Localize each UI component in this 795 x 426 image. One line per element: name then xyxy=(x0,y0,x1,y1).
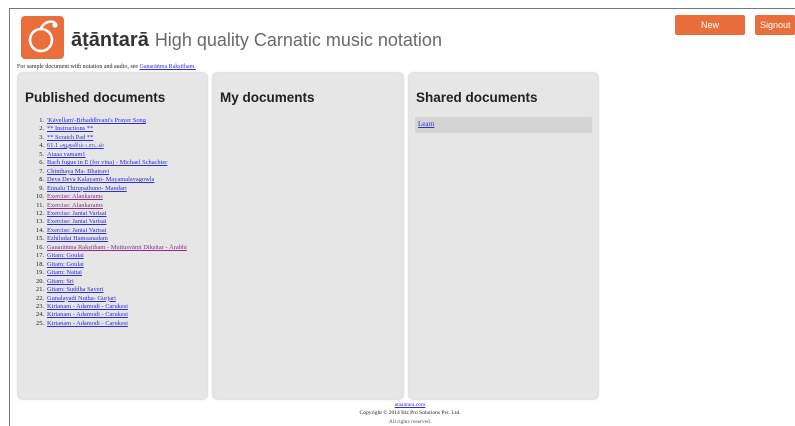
item-number: 5. xyxy=(39,150,44,158)
my-documents-panel: My documents xyxy=(213,73,403,399)
item-number: 14. xyxy=(36,226,44,234)
published-document-item[interactable]: 4. 61.1 ஆதலிம் பாடல் xyxy=(18,142,198,150)
published-document-link[interactable]: Gunalayadi Nutha- Gurjari xyxy=(47,295,116,302)
brand-tagline: High quality Carnatic music notation xyxy=(154,30,442,50)
published-document-link[interactable]: ** Instructions ** xyxy=(47,125,93,132)
signout-button[interactable]: Signout xyxy=(755,15,795,35)
item-number: 7. xyxy=(39,167,44,175)
published-document-link[interactable]: Ganarāṅma Rakṣitham - Muttusvāmi Dikṣita… xyxy=(47,244,187,251)
item-number: 9. xyxy=(39,184,44,192)
published-document-link[interactable]: Ennalu Thirupathuno- Mandari xyxy=(47,185,127,192)
item-number: 3. xyxy=(39,133,44,141)
published-document-link[interactable]: Deva Deva Kalayami- Mayamalavagowla xyxy=(47,176,154,183)
published-document-link[interactable]: Ezhiludai Hamsanadam xyxy=(47,235,108,242)
item-number: 1. xyxy=(39,117,44,124)
item-number: 11. xyxy=(36,201,44,209)
published-document-item[interactable]: 1. 'Kāvellam'-Brhaddhvani's Prayer Song xyxy=(18,117,198,125)
shared-documents-panel: Shared documents Learn xyxy=(409,73,598,399)
published-document-link[interactable]: 'Kāvellam'-Brhaddhvani's Prayer Song xyxy=(47,117,146,124)
published-document-item[interactable]: 15. Ezhiludai Hamsanadam xyxy=(18,235,198,243)
published-document-item[interactable]: 20. Gitam: Sri xyxy=(18,278,198,286)
published-document-link[interactable]: Exercise: Jantai Varisai xyxy=(47,227,107,234)
new-document-button[interactable]: New document xyxy=(675,15,745,50)
item-number: 19. xyxy=(36,269,44,277)
item-number: 12. xyxy=(36,209,44,217)
published-document-item[interactable]: 12. Exercise: Jantai Varisai xyxy=(18,210,198,218)
published-documents-list[interactable]: 1. 'Kāvellam'-Brhaddhvani's Prayer Song 2.… xyxy=(18,117,198,394)
item-number: 25. xyxy=(36,319,44,327)
item-number: 6. xyxy=(39,159,44,167)
sample-document-link[interactable]: Ganarāṅma Rakṣitham. xyxy=(139,64,195,70)
published-document-link[interactable]: Exercise: Jantai Varisai xyxy=(47,218,107,225)
published-document-link[interactable]: Kirtanam - Adamodi - Carukesi xyxy=(47,303,128,310)
published-document-item[interactable]: 22. Gunalayadi Nutha- Gurjari xyxy=(18,295,198,303)
published-document-item[interactable]: 24. Kirtanam - Adamodi - Carukesi xyxy=(18,311,198,319)
published-document-item[interactable]: 2. ** Instructions ** xyxy=(18,125,198,133)
published-document-item[interactable]: 5. Ataaa vamam1 xyxy=(18,151,198,159)
sample-intro: For sample document with notation and au… xyxy=(17,64,196,70)
published-document-item[interactable]: 11. Exercise: Alankarams xyxy=(18,202,198,210)
my-documents-title: My documents xyxy=(220,90,315,105)
item-number: 16. xyxy=(36,243,44,251)
published-document-link[interactable]: Chinthaya Ma- Bhairavi xyxy=(47,168,109,175)
published-document-link[interactable]: Gitam: Goulai xyxy=(47,252,84,259)
published-document-link[interactable]: Gitam: Nattai xyxy=(47,269,82,276)
brand-name: āṭāntarā xyxy=(71,29,149,51)
footer-copyright: Copyright © 2014 Biz Pro Solutions Pvt. … xyxy=(359,410,461,416)
published-document-item[interactable]: 13. Exercise: Jantai Varisai xyxy=(18,218,198,226)
published-document-link[interactable]: Exercise: Alankarams xyxy=(47,202,103,209)
published-document-link[interactable]: Gitam: Sri xyxy=(47,278,74,285)
published-document-link[interactable]: 61.1 ஆதலிம் பாடல் xyxy=(47,142,104,149)
published-document-item[interactable]: 25. Kirtanam - Adamodi - Carukesi xyxy=(18,320,198,328)
item-number: 24. xyxy=(36,311,44,319)
published-document-item[interactable]: 8. Deva Deva Kalayami- Mayamalavagowla xyxy=(18,176,198,184)
shared-documents-title: Shared documents xyxy=(416,90,538,105)
published-document-item[interactable]: 21. Gitam: Suddha Saveri xyxy=(18,286,198,294)
item-number: 20. xyxy=(36,277,44,285)
shared-document-link[interactable]: Learn xyxy=(418,120,434,128)
item-number: 10. xyxy=(36,193,44,201)
published-document-item[interactable]: 18. Gitam: Goulai xyxy=(18,261,198,269)
brand-header: āṭāntarā High quality Carnatic music nota… xyxy=(71,29,442,52)
published-document-item[interactable]: 16. Ganarāṅma Rakṣitham - Muttusvāmi Dikṣ… xyxy=(18,244,198,252)
published-document-item[interactable]: 14. Exercise: Jantai Varisai xyxy=(18,227,198,235)
item-number: 17. xyxy=(36,252,44,260)
item-number: 22. xyxy=(36,294,44,302)
item-number: 8. xyxy=(39,176,44,184)
published-document-link[interactable]: Gitam: Suddha Saveri xyxy=(47,286,103,293)
item-number: 18. xyxy=(36,260,44,268)
item-number: 4. xyxy=(39,142,44,150)
footer-rights: All rights reserved. xyxy=(388,419,432,425)
published-document-link[interactable]: Ataaa vamam1 xyxy=(47,151,86,158)
published-document-item[interactable]: 10. Exercise: Alankarams xyxy=(18,193,198,201)
item-number: 21. xyxy=(36,286,44,294)
published-document-link[interactable]: Kirtanam - Adamodi - Carukesi xyxy=(47,311,128,318)
item-number: 15. xyxy=(36,235,44,243)
published-document-item[interactable]: 9. Ennalu Thirupathuno- Mandari xyxy=(18,185,198,193)
published-documents-title: Published documents xyxy=(25,90,166,105)
item-number: 2. xyxy=(39,125,44,133)
published-document-link[interactable]: Exercise: Jantai Varisai xyxy=(47,210,107,217)
item-number: 23. xyxy=(36,302,44,310)
shared-document-row[interactable]: Learn xyxy=(415,117,592,133)
published-document-item[interactable]: 3. ** Scratch Pad ** xyxy=(18,134,198,142)
item-number: 13. xyxy=(36,218,44,226)
footer-site-link-wrap: ataantara.com xyxy=(340,402,480,408)
window-top-border xyxy=(9,8,795,9)
musical-spiral-icon[interactable] xyxy=(21,16,64,59)
published-document-link[interactable]: ** Scratch Pad ** xyxy=(47,134,93,141)
published-document-item[interactable]: 7. Chinthaya Ma- Bhairavi xyxy=(18,168,198,176)
sample-intro-text: For sample document with notation and au… xyxy=(17,64,138,70)
window-left-border xyxy=(9,8,10,426)
footer-site-link[interactable]: ataantara.com xyxy=(395,402,426,408)
published-document-link[interactable]: Bach fugue in E (for vina) - Michael Sch… xyxy=(47,159,167,166)
published-document-item[interactable]: 6. Bach fugue in E (for vina) - Michael S… xyxy=(18,159,198,167)
published-document-item[interactable]: 17. Gitam: Goulai xyxy=(18,252,198,260)
published-document-link[interactable]: Gitam: Goulai xyxy=(47,261,84,268)
published-document-item[interactable]: 23. Kirtanam - Adamodi - Carukesi xyxy=(18,303,198,311)
published-document-link[interactable]: Exercise: Alankarams xyxy=(47,193,103,200)
published-document-link[interactable]: Kirtanam - Adamodi - Carukesi xyxy=(47,320,128,327)
published-documents-panel: Published documents 1. 'Kāvellam'-Brhaddh… xyxy=(18,73,207,399)
published-document-item[interactable]: 19. Gitam: Nattai xyxy=(18,269,198,277)
